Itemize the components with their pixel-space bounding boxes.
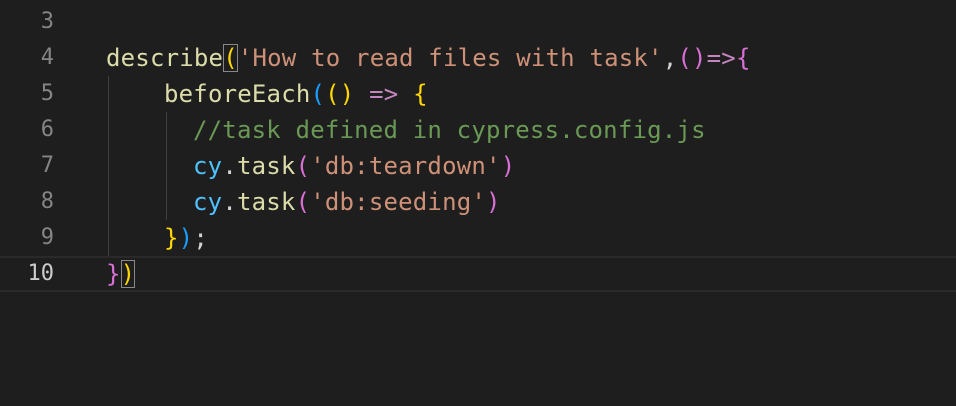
brace-close: } [164, 224, 179, 252]
code-line-6[interactable]: 6 //task defined in cypress.config.js [0, 112, 956, 148]
string-literal: 'db:teardown' [310, 152, 501, 180]
method-name: task [236, 152, 296, 180]
line-number: 3 [40, 9, 54, 34]
brace-close: } [106, 260, 121, 288]
semicolon: ; [193, 224, 208, 252]
line-number: 5 [40, 81, 54, 106]
dot: . [222, 188, 237, 216]
line-content: }) [106, 258, 136, 290]
line-number: 8 [40, 189, 54, 214]
object-name: cy [193, 152, 223, 180]
code-line-5[interactable]: 5 beforeEach(() => { [0, 76, 956, 112]
object-name: cy [193, 188, 223, 216]
bracket-close: ) [486, 188, 501, 216]
function-name: beforeEach [164, 80, 311, 108]
comment: //task defined in cypress.config.js [193, 116, 706, 144]
method-name: task [236, 188, 296, 216]
brace-open: { [413, 80, 428, 108]
bracket-open: ( [223, 44, 238, 72]
brace-open: { [735, 44, 751, 72]
code-line-3[interactable]: 3 [0, 4, 956, 40]
bracket-open: ( [295, 152, 311, 180]
code-line-9[interactable]: 9 }); [0, 220, 956, 256]
line-number: 9 [40, 225, 54, 250]
line-number: 10 [27, 261, 55, 286]
code-editor[interactable]: 3 4 describe('How to read files with tas… [0, 0, 956, 406]
bracket-close: ) [500, 152, 516, 180]
bracket-close: ) [178, 224, 194, 252]
bracket-open: ( [295, 188, 311, 216]
line-number: 4 [40, 45, 54, 70]
params-parens: () [325, 80, 355, 108]
dot: . [222, 152, 237, 180]
line-number: 6 [40, 117, 54, 142]
string-literal: 'db:seeding' [310, 188, 487, 216]
line-content: beforeEach(() => { [164, 76, 428, 112]
string-literal: 'How to read files with task' [237, 44, 663, 72]
line-number: 7 [40, 153, 54, 178]
code-line-8[interactable]: 8 cy.task('db:seeding') [0, 184, 956, 220]
bracket-close: ) [120, 260, 136, 288]
arrow-operator: => [354, 80, 414, 108]
code-line-10[interactable]: 10 }) [0, 256, 956, 292]
bracket-open: ( [310, 80, 326, 108]
line-content: cy.task('db:teardown') [193, 148, 515, 184]
function-name: describe [106, 44, 224, 72]
arrow-operator: => [706, 44, 736, 72]
code-line-4[interactable]: 4 describe('How to read files with task'… [0, 40, 956, 76]
code-line-7[interactable]: 7 cy.task('db:teardown') [0, 148, 956, 184]
comma: , [662, 44, 678, 72]
line-content: }); [164, 220, 208, 256]
params-parens: () [677, 44, 707, 72]
line-content: cy.task('db:seeding') [193, 184, 501, 220]
line-content: describe('How to read files with task',(… [106, 40, 751, 76]
